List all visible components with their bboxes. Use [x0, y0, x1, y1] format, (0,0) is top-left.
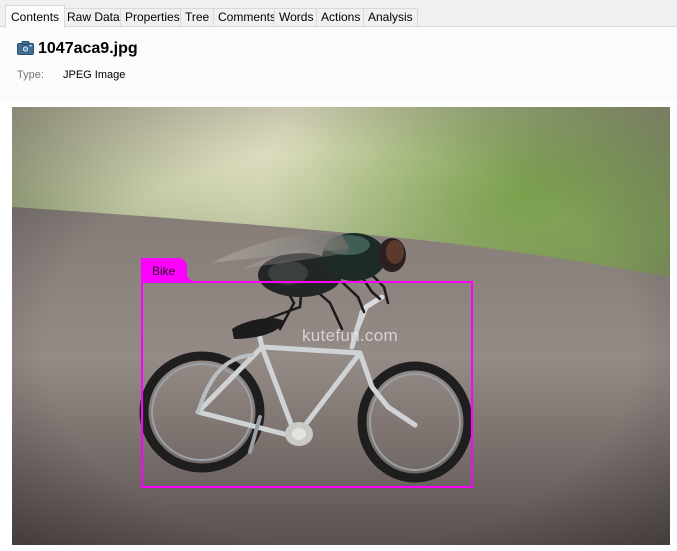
detection-label: Bike [141, 258, 187, 282]
file-name: 1047aca9.jpg [38, 40, 138, 57]
type-label: Type: [17, 69, 44, 81]
detection-box[interactable] [141, 281, 473, 488]
file-header: 1047aca9.jpg Type: JPEG Image [0, 27, 677, 101]
tab-analysis[interactable]: Analysis [363, 8, 418, 26]
camera-icon [17, 41, 34, 55]
tab-properties[interactable]: Properties [120, 8, 185, 26]
type-value: JPEG Image [63, 69, 126, 81]
tab-raw-data[interactable]: Raw Data [62, 8, 125, 26]
tab-tree[interactable]: Tree [180, 8, 215, 26]
tab-contents[interactable]: Contents [5, 5, 66, 28]
tab-bar: Contents Raw Data Properties Tree Commen… [0, 0, 677, 28]
tab-actions[interactable]: Actions [316, 8, 366, 26]
detection-label-tail [186, 273, 198, 282]
tab-comments[interactable]: Comments [213, 8, 282, 26]
tab-words[interactable]: Words [274, 8, 319, 26]
